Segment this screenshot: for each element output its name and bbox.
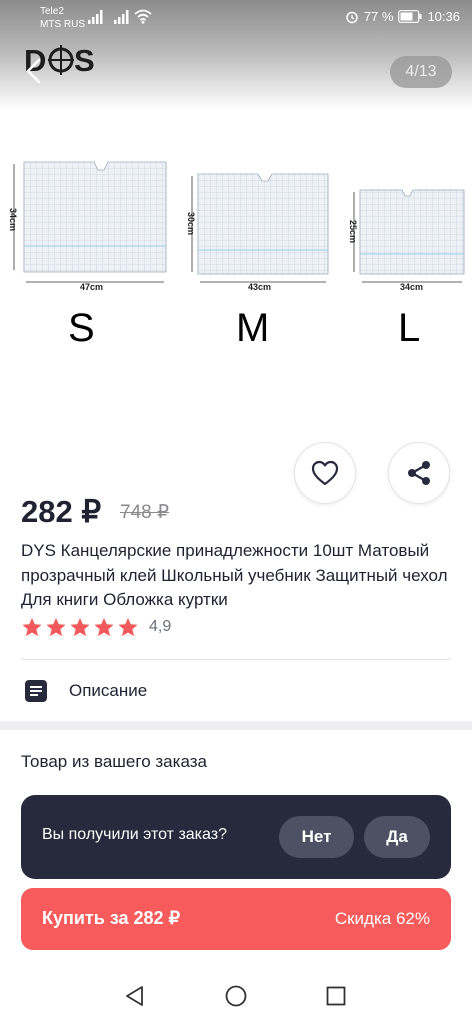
divider <box>21 659 451 660</box>
m-height-label: 30cm <box>186 212 196 235</box>
rating-value: 4,9 <box>149 618 172 635</box>
l-width-label: 34cm <box>400 282 423 292</box>
status-right: 77 % 10:36 <box>345 9 460 24</box>
document-icon <box>25 680 47 702</box>
star-icon <box>70 617 90 637</box>
nav-home-icon[interactable] <box>224 984 248 1008</box>
size-s-label: S <box>68 306 95 350</box>
signal-icon <box>88 10 103 24</box>
star-icon <box>22 617 42 637</box>
current-price: 282 ₽ <box>21 494 102 529</box>
s-width-label: 47cm <box>80 282 103 292</box>
old-price: 748 ₽ <box>120 502 170 523</box>
size-l-label: L <box>398 306 421 350</box>
product-title: DYS Канцелярские принадлежности 10шт Мат… <box>21 541 448 609</box>
rating[interactable]: 4,9 <box>21 617 171 637</box>
favorite-button[interactable] <box>294 442 356 504</box>
status-bar: Tele2 MTS RUS 77 % 10:36 <box>0 0 472 40</box>
back-arrow-icon[interactable] <box>22 56 52 86</box>
sheet-s <box>13 161 167 283</box>
nav-recents-icon[interactable] <box>324 984 348 1008</box>
sheet-m <box>191 173 329 283</box>
star-icon <box>46 617 66 637</box>
s-height-label: 34cm <box>8 208 18 231</box>
carrier-info: Tele2 MTS RUS <box>40 5 85 31</box>
wifi-icon <box>134 9 152 24</box>
description-label: Описание <box>69 681 148 700</box>
order-received-card: Вы получили этот заказ? Нет Да <box>21 795 451 879</box>
share-icon <box>408 461 430 485</box>
order-section-title: Товар из вашего заказа <box>21 752 207 771</box>
no-button[interactable]: Нет <box>279 816 354 858</box>
star-icon <box>118 617 138 637</box>
signal-icon-2 <box>114 10 129 24</box>
system-navigation-bar <box>0 968 472 1024</box>
size-m-label: M <box>236 306 270 350</box>
buy-label: Купить за 282 ₽ <box>42 908 181 928</box>
description-row[interactable]: Описание <box>21 672 451 710</box>
alarm-icon <box>346 11 358 23</box>
sheet-l <box>353 189 465 283</box>
buy-button[interactable]: Купить за 282 ₽ Скидка 62% <box>21 888 451 950</box>
carrier-2: MTS RUS <box>40 19 85 30</box>
yes-button[interactable]: Да <box>364 816 430 858</box>
product-gallery[interactable]: 34cm 47cm 30cm 43cm 25cm 34cm S M L D S … <box>0 0 472 440</box>
l-height-label: 25cm <box>348 220 358 243</box>
battery-icon <box>398 10 422 23</box>
battery-percent: 77 % <box>363 9 394 24</box>
star-icon <box>94 617 114 637</box>
discount-label: Скидка 62% <box>334 909 430 928</box>
m-width-label: 43cm <box>248 282 271 292</box>
section-separator <box>0 721 472 730</box>
share-button[interactable] <box>388 442 450 504</box>
carrier-1: Tele2 <box>40 6 64 17</box>
heart-icon <box>311 460 339 486</box>
nav-back-icon[interactable] <box>123 984 147 1008</box>
svg-text:S: S <box>74 43 95 78</box>
clock: 10:36 <box>427 9 460 24</box>
image-counter: 4/13 <box>390 56 452 88</box>
order-question: Вы получили этот заказ? <box>42 826 227 843</box>
